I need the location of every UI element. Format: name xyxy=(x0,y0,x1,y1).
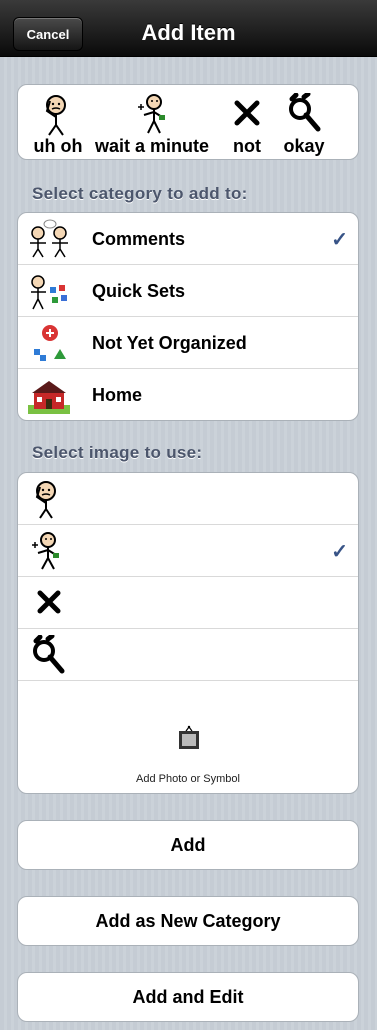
quick-sets-icon xyxy=(31,275,67,310)
preview-word: okay xyxy=(276,85,332,161)
category-item-label: Quick Sets xyxy=(92,281,186,301)
category-item-comments[interactable]: Comments ✓ xyxy=(18,213,358,265)
add-photo-or-symbol-button[interactable]: Add Photo or Symbol xyxy=(18,681,358,793)
category-item-label: Comments xyxy=(92,229,186,249)
home-icon xyxy=(28,381,70,414)
not-yet-organized-icon xyxy=(34,325,66,361)
checkmark-icon: ✓ xyxy=(331,541,348,563)
phrase-preview: uh oh wait a minute not okay xyxy=(17,84,359,160)
image-section-header: Select image to use: xyxy=(32,443,203,462)
category-section-header: Select category to add to: xyxy=(32,184,248,203)
image-option[interactable] xyxy=(18,473,358,525)
category-item-not-yet-organized[interactable]: Not Yet Organized xyxy=(18,317,358,369)
preview-word: uh oh xyxy=(26,85,90,161)
nav-bar: Cancel Add Item xyxy=(0,0,377,57)
preview-word-label: uh oh xyxy=(33,136,83,156)
category-item-home[interactable]: Home xyxy=(18,369,358,420)
category-item-label: Home xyxy=(92,385,143,405)
picture-frame-icon xyxy=(179,725,199,749)
waiting-person-icon xyxy=(138,94,165,134)
image-option[interactable]: ✓ xyxy=(18,525,358,577)
puzzled-person-icon xyxy=(45,95,66,136)
preview-word: not xyxy=(224,85,270,161)
category-item-label: Not Yet Organized xyxy=(92,333,247,353)
x-mark-icon xyxy=(234,100,260,126)
category-item-quick-sets[interactable]: Quick Sets xyxy=(18,265,358,317)
preview-word-label: wait a minute xyxy=(94,136,210,156)
page-title: Add Item xyxy=(141,20,236,45)
add-and-edit-button[interactable]: Add and Edit xyxy=(17,972,359,1022)
preview-word: wait a minute xyxy=(88,85,216,161)
puzzled-person-icon xyxy=(35,481,56,519)
add-as-new-category-button[interactable]: Add as New Category xyxy=(17,896,359,946)
image-list: ✓ Add Photo or Symbol xyxy=(17,472,359,794)
add-photo-label: Add Photo or Symbol xyxy=(136,773,240,785)
checkmark-icon: ✓ xyxy=(331,229,348,251)
preview-word-label: okay xyxy=(283,136,325,156)
waiting-person-icon xyxy=(32,532,59,570)
category-list: Comments ✓ Quick Sets Not Yet Organized xyxy=(17,212,359,421)
image-option[interactable] xyxy=(18,629,358,681)
ok-hand-icon xyxy=(289,93,321,132)
image-option[interactable] xyxy=(18,577,358,629)
comments-icon xyxy=(30,219,68,258)
x-mark-icon xyxy=(37,590,61,614)
add-button[interactable]: Add xyxy=(17,820,359,870)
ok-hand-icon xyxy=(33,635,65,674)
preview-word-label: not xyxy=(233,136,261,156)
